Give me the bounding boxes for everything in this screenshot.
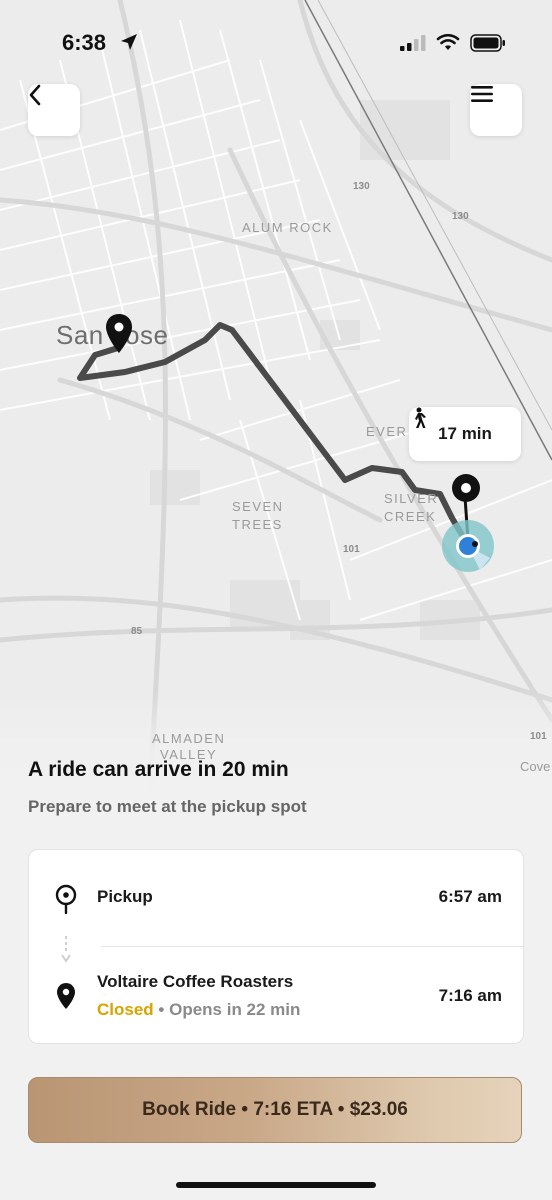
- map-label-almaden: ALMADEN: [152, 731, 226, 746]
- pickup-map-pin-icon[interactable]: [450, 472, 482, 504]
- book-ride-button[interactable]: Book Ride • 7:16 ETA • $23.06: [28, 1077, 522, 1143]
- closed-status-badge: Closed: [97, 1000, 154, 1019]
- status-icons: [400, 34, 506, 52]
- walk-time-text: 17 min: [438, 424, 492, 443]
- user-location-icon: [442, 520, 494, 572]
- battery-icon: [470, 34, 505, 52]
- status-separator: •: [153, 1000, 170, 1019]
- map-label-trees: TREES: [232, 517, 283, 532]
- pickup-label: Pickup: [97, 887, 153, 906]
- cellular-signal-icon: [400, 35, 426, 51]
- walking-person-icon: [415, 407, 426, 428]
- map-label-evergreen: EVER: [366, 424, 408, 439]
- map-label-coyote: Cove: [520, 759, 551, 774]
- walk-time-chip: 17 min: [409, 407, 521, 461]
- road-number: 101: [343, 544, 360, 555]
- road-number: 101: [530, 731, 547, 742]
- road-number: 85: [131, 626, 143, 637]
- map-label-silver: SILVER: [384, 491, 439, 506]
- home-indicator[interactable]: [176, 1182, 376, 1188]
- ride-booking-screen: San Jose ALUM ROCK SEVEN TREES SILVER CR…: [0, 0, 552, 1200]
- dropoff-pin-icon: [57, 983, 75, 1009]
- pickup-pin-icon: [55, 884, 77, 914]
- map-label-alum-rock: ALUM ROCK: [242, 220, 333, 235]
- destination-map-pin-icon[interactable]: [105, 313, 133, 355]
- opens-in-text: Opens in 22 min: [169, 1000, 301, 1019]
- ride-instructions: Prepare to meet at the pickup spot: [28, 797, 307, 816]
- dropoff-status: Closed • Opens in 22 min: [97, 1000, 300, 1020]
- map-fade-overlay: [0, 690, 552, 800]
- back-button[interactable]: [28, 84, 80, 136]
- dropoff-label: Voltaire Coffee Roasters: [97, 972, 294, 991]
- map-label-creek: CREEK: [384, 509, 437, 524]
- ride-eta-headline: A ride can arrive in 20 min: [28, 758, 289, 781]
- menu-button[interactable]: [470, 84, 522, 136]
- trip-details-card: Pickup 6:57 am Voltaire Coffee Roasters …: [28, 849, 524, 1044]
- route-connector-icon: [61, 936, 71, 963]
- status-bar: 6:38: [0, 0, 552, 90]
- wifi-icon: [436, 34, 460, 50]
- road-number: 130: [452, 211, 469, 222]
- trip-divider: [101, 946, 523, 947]
- dropoff-time: 7:16 am: [438, 986, 502, 1005]
- road-number: 130: [353, 181, 370, 192]
- location-arrow-icon: [121, 34, 137, 50]
- map-label-seven: SEVEN: [232, 499, 284, 514]
- route-map[interactable]: San Jose ALUM ROCK SEVEN TREES SILVER CR…: [0, 0, 552, 800]
- status-time: 6:38: [62, 30, 107, 55]
- pickup-time: 6:57 am: [438, 887, 502, 906]
